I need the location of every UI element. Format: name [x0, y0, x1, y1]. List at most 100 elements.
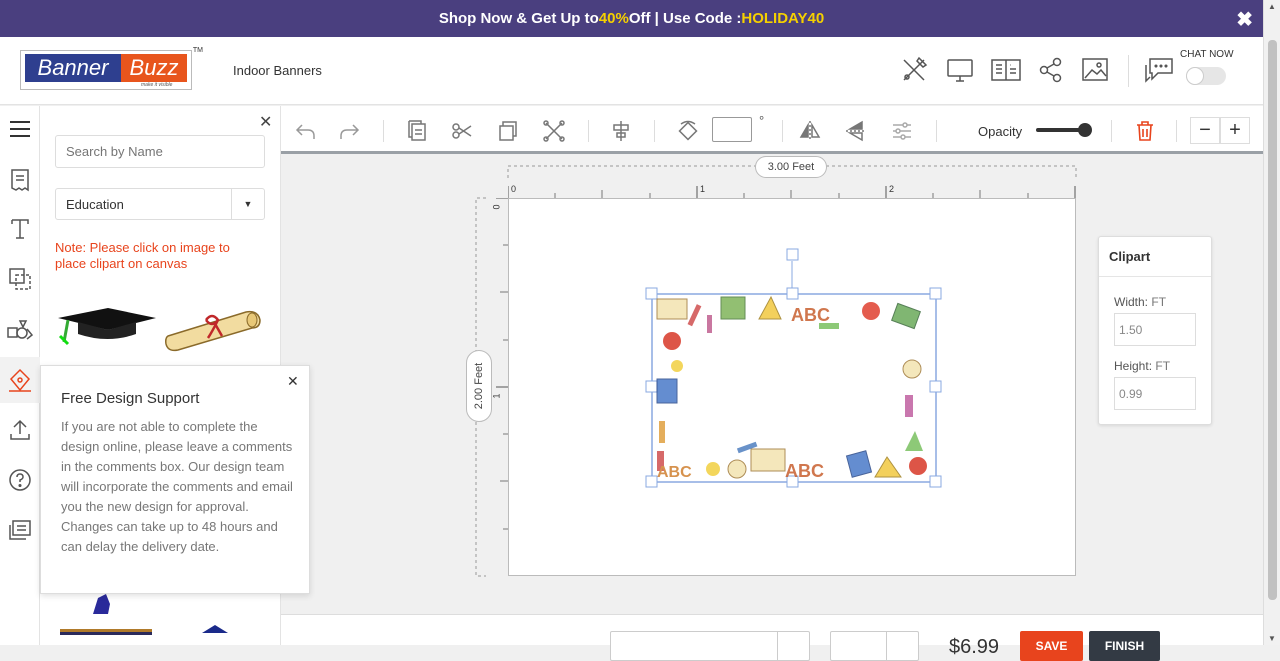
rotate-icon[interactable] [675, 118, 701, 144]
logo-tagline: make it visible [141, 82, 173, 88]
scrollbar-thumb[interactable] [1268, 40, 1277, 600]
toolbar-divider [1176, 120, 1177, 142]
finish-button[interactable]: FINISH [1089, 631, 1160, 661]
design-canvas[interactable]: ABC ABC ABC [508, 198, 1076, 576]
opacity-label: Opacity [978, 124, 1023, 139]
upload-icon[interactable] [0, 407, 40, 453]
monitor-icon[interactable] [945, 55, 975, 85]
share-icon[interactable] [1036, 55, 1066, 85]
menu-icon[interactable] [0, 106, 40, 152]
ruler-left: 0 1 [492, 198, 508, 576]
paste-icon[interactable] [404, 118, 430, 144]
undo-icon[interactable] [292, 118, 318, 144]
svg-text:ABC: ABC [657, 464, 692, 481]
graduate-figure-clipart[interactable] [88, 594, 118, 619]
price-label: $6.99 [949, 636, 1000, 658]
width-label: Width: FT [1114, 295, 1167, 309]
width-field[interactable] [1114, 313, 1196, 346]
cut-icon[interactable] [449, 118, 475, 144]
promo-middle: Off | Use Code : [628, 10, 742, 27]
close-panel-icon[interactable]: ✕ [259, 112, 272, 132]
toolbar-divider [383, 120, 384, 142]
width-unit: FT [1151, 295, 1167, 309]
toggle-knob [1186, 67, 1204, 85]
quantity-select[interactable] [610, 631, 810, 661]
adjust-icon[interactable] [889, 118, 915, 144]
help-icon[interactable] [0, 457, 40, 503]
clipart-icon[interactable] [0, 307, 40, 353]
scroll-down-icon[interactable]: ▼ [1268, 634, 1276, 643]
preview-icon[interactable] [990, 55, 1021, 85]
logo[interactable]: Banner Buzz make it visible TM [20, 47, 203, 90]
height-unit: FT [1155, 359, 1171, 373]
category-value: Education [66, 196, 124, 212]
opacity-slider[interactable] [1036, 123, 1092, 137]
design-support-popup: Free Design Support ✕ If you are not abl… [40, 365, 310, 594]
header-divider [1128, 55, 1129, 87]
category-select[interactable]: Education ▼ [55, 188, 265, 220]
left-toolbar [0, 106, 40, 645]
opacity-slider-knob[interactable] [1078, 123, 1092, 137]
shapes-icon[interactable] [0, 256, 40, 302]
height-field[interactable] [1114, 377, 1196, 410]
background-icon[interactable] [0, 357, 40, 403]
ruler-top-1: 1 [700, 184, 706, 194]
school-border-clipart[interactable]: ABC ABC ABC [509, 199, 1077, 577]
ruler-top: 0 1 2 [508, 182, 1076, 198]
chat-now-label: CHAT NOW [1180, 49, 1234, 60]
flip-horizontal-icon[interactable] [797, 118, 823, 144]
toolbar-divider [588, 120, 589, 142]
redo-icon[interactable] [337, 118, 363, 144]
option-select[interactable] [830, 631, 919, 661]
zoom-out-button[interactable]: − [1190, 117, 1220, 144]
book-clipart[interactable] [60, 622, 152, 640]
header: Banner Buzz make it visible TM Indoor Ba… [0, 37, 1263, 105]
image-icon[interactable] [1080, 55, 1110, 85]
text-icon[interactable] [0, 206, 40, 252]
chevron-down-icon: ▼ [231, 189, 264, 219]
flip-vertical-icon[interactable] [843, 118, 869, 144]
degree-symbol: ° [759, 113, 765, 128]
chevron-down-icon [777, 632, 809, 660]
align-icon[interactable] [608, 118, 634, 144]
save-button[interactable]: SAVE [1020, 631, 1083, 661]
close-popup-icon[interactable]: ✕ [287, 373, 299, 390]
ruler-top-ticks [508, 186, 1076, 198]
hat-clipart[interactable] [200, 620, 230, 638]
footer-bar: $6.99 SAVE FINISH [281, 614, 1263, 661]
page-scrollbar[interactable]: ▲ ▼ [1263, 0, 1280, 645]
panel-note: Note: Please click on image to place cli… [55, 240, 230, 271]
chat-toggle[interactable] [1186, 67, 1226, 85]
chat-icon[interactable] [1142, 55, 1176, 85]
design-tools-icon[interactable] [899, 55, 929, 85]
height-dimension-label: 2.00 Feet [466, 350, 492, 422]
promo-code: HOLIDAY40 [741, 10, 825, 27]
search-input[interactable] [55, 135, 265, 168]
svg-text:ABC: ABC [785, 461, 824, 481]
scroll-up-icon[interactable]: ▲ [1268, 2, 1276, 11]
popup-title: Free Design Support [61, 390, 200, 407]
logo-trademark: TM [192, 47, 203, 54]
clipart-properties-box: Clipart Width: FT Height: FT [1098, 236, 1212, 425]
ruler-left-1: 1 [491, 393, 502, 399]
close-promo-icon[interactable]: ✖ [1236, 7, 1253, 32]
graduation-cap-clipart[interactable] [56, 306, 156, 353]
toolbar-divider [936, 120, 937, 142]
comments-icon[interactable] [0, 507, 40, 553]
rotation-input[interactable] [712, 117, 752, 142]
toolbar-divider [654, 120, 655, 142]
zoom-in-button[interactable]: + [1220, 117, 1250, 144]
logo-left: Banner [25, 54, 121, 82]
ruler-top-2: 2 [889, 184, 895, 194]
templates-icon[interactable] [0, 157, 40, 203]
diploma-scroll-clipart[interactable] [162, 306, 262, 359]
trash-icon[interactable] [1132, 118, 1158, 144]
toolbar-divider [1111, 120, 1112, 142]
duplicate-icon[interactable] [495, 118, 521, 144]
popup-body: If you are not able to complete the desi… [61, 419, 293, 554]
ruler-left-ticks [496, 198, 508, 530]
chevron-down-icon [886, 632, 918, 660]
delete-cross-icon[interactable] [541, 118, 567, 144]
edit-toolbar: ° Opacity − + [281, 106, 1263, 154]
clipart-box-title: Clipart [1099, 237, 1211, 277]
